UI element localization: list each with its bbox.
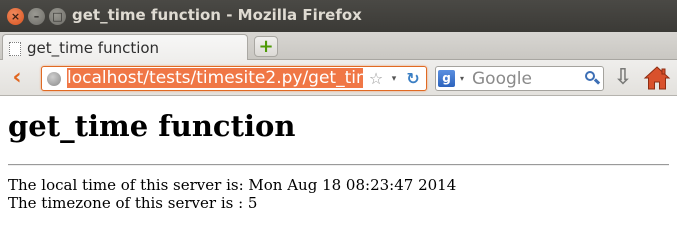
search-input[interactable]: [472, 68, 582, 89]
navigation-toolbar: ‹ localhost/tests/timesite2.py/get_time …: [0, 60, 677, 96]
magnifier-icon[interactable]: [583, 69, 601, 88]
back-arrow-icon: ‹: [12, 65, 22, 90]
star-icon[interactable]: ☆: [367, 69, 385, 89]
page-content: get_time function The local time of this…: [0, 97, 677, 241]
new-tab-button[interactable]: +: [254, 36, 278, 57]
url-bar[interactable]: localhost/tests/timesite2.py/get_time ☆ …: [41, 66, 427, 91]
window-close-button[interactable]: ×: [7, 8, 24, 25]
window-title: get_time function - Mozilla Firefox: [72, 6, 362, 24]
page-heading: get_time function: [8, 109, 296, 143]
tab-label: get_time function: [27, 39, 160, 57]
search-bar[interactable]: g ▾: [435, 66, 604, 91]
window-titlebar: × – □ get_time function - Mozilla Firefo…: [0, 0, 677, 32]
url-selected-text: localhost/tests/timesite2.py/get_time: [67, 68, 363, 88]
url-input[interactable]: localhost/tests/timesite2.py/get_time: [67, 68, 363, 89]
globe-icon[interactable]: [47, 72, 61, 86]
tab-strip: get_time function +: [0, 32, 677, 61]
window-minimize-button[interactable]: –: [28, 8, 45, 25]
window-maximize-button[interactable]: □: [49, 8, 66, 25]
url-history-dropdown[interactable]: ▾: [388, 70, 400, 88]
blank-page-icon: [9, 42, 21, 56]
download-arrow-icon[interactable]: ⇩: [611, 66, 635, 90]
horizontal-rule: [8, 164, 669, 166]
plus-icon: +: [258, 36, 274, 57]
chevron-down-icon[interactable]: ▾: [457, 70, 467, 87]
home-icon: [643, 66, 671, 90]
local-time-text: The local time of this server is: Mon Au…: [8, 176, 457, 194]
home-button[interactable]: [643, 65, 671, 91]
google-icon[interactable]: g: [438, 70, 455, 87]
tab-get-time-function[interactable]: get_time function: [2, 34, 248, 61]
timezone-text: The timezone of this server is : 5: [8, 194, 258, 212]
back-button[interactable]: ‹: [6, 67, 28, 89]
reload-icon[interactable]: ↻: [403, 69, 423, 89]
